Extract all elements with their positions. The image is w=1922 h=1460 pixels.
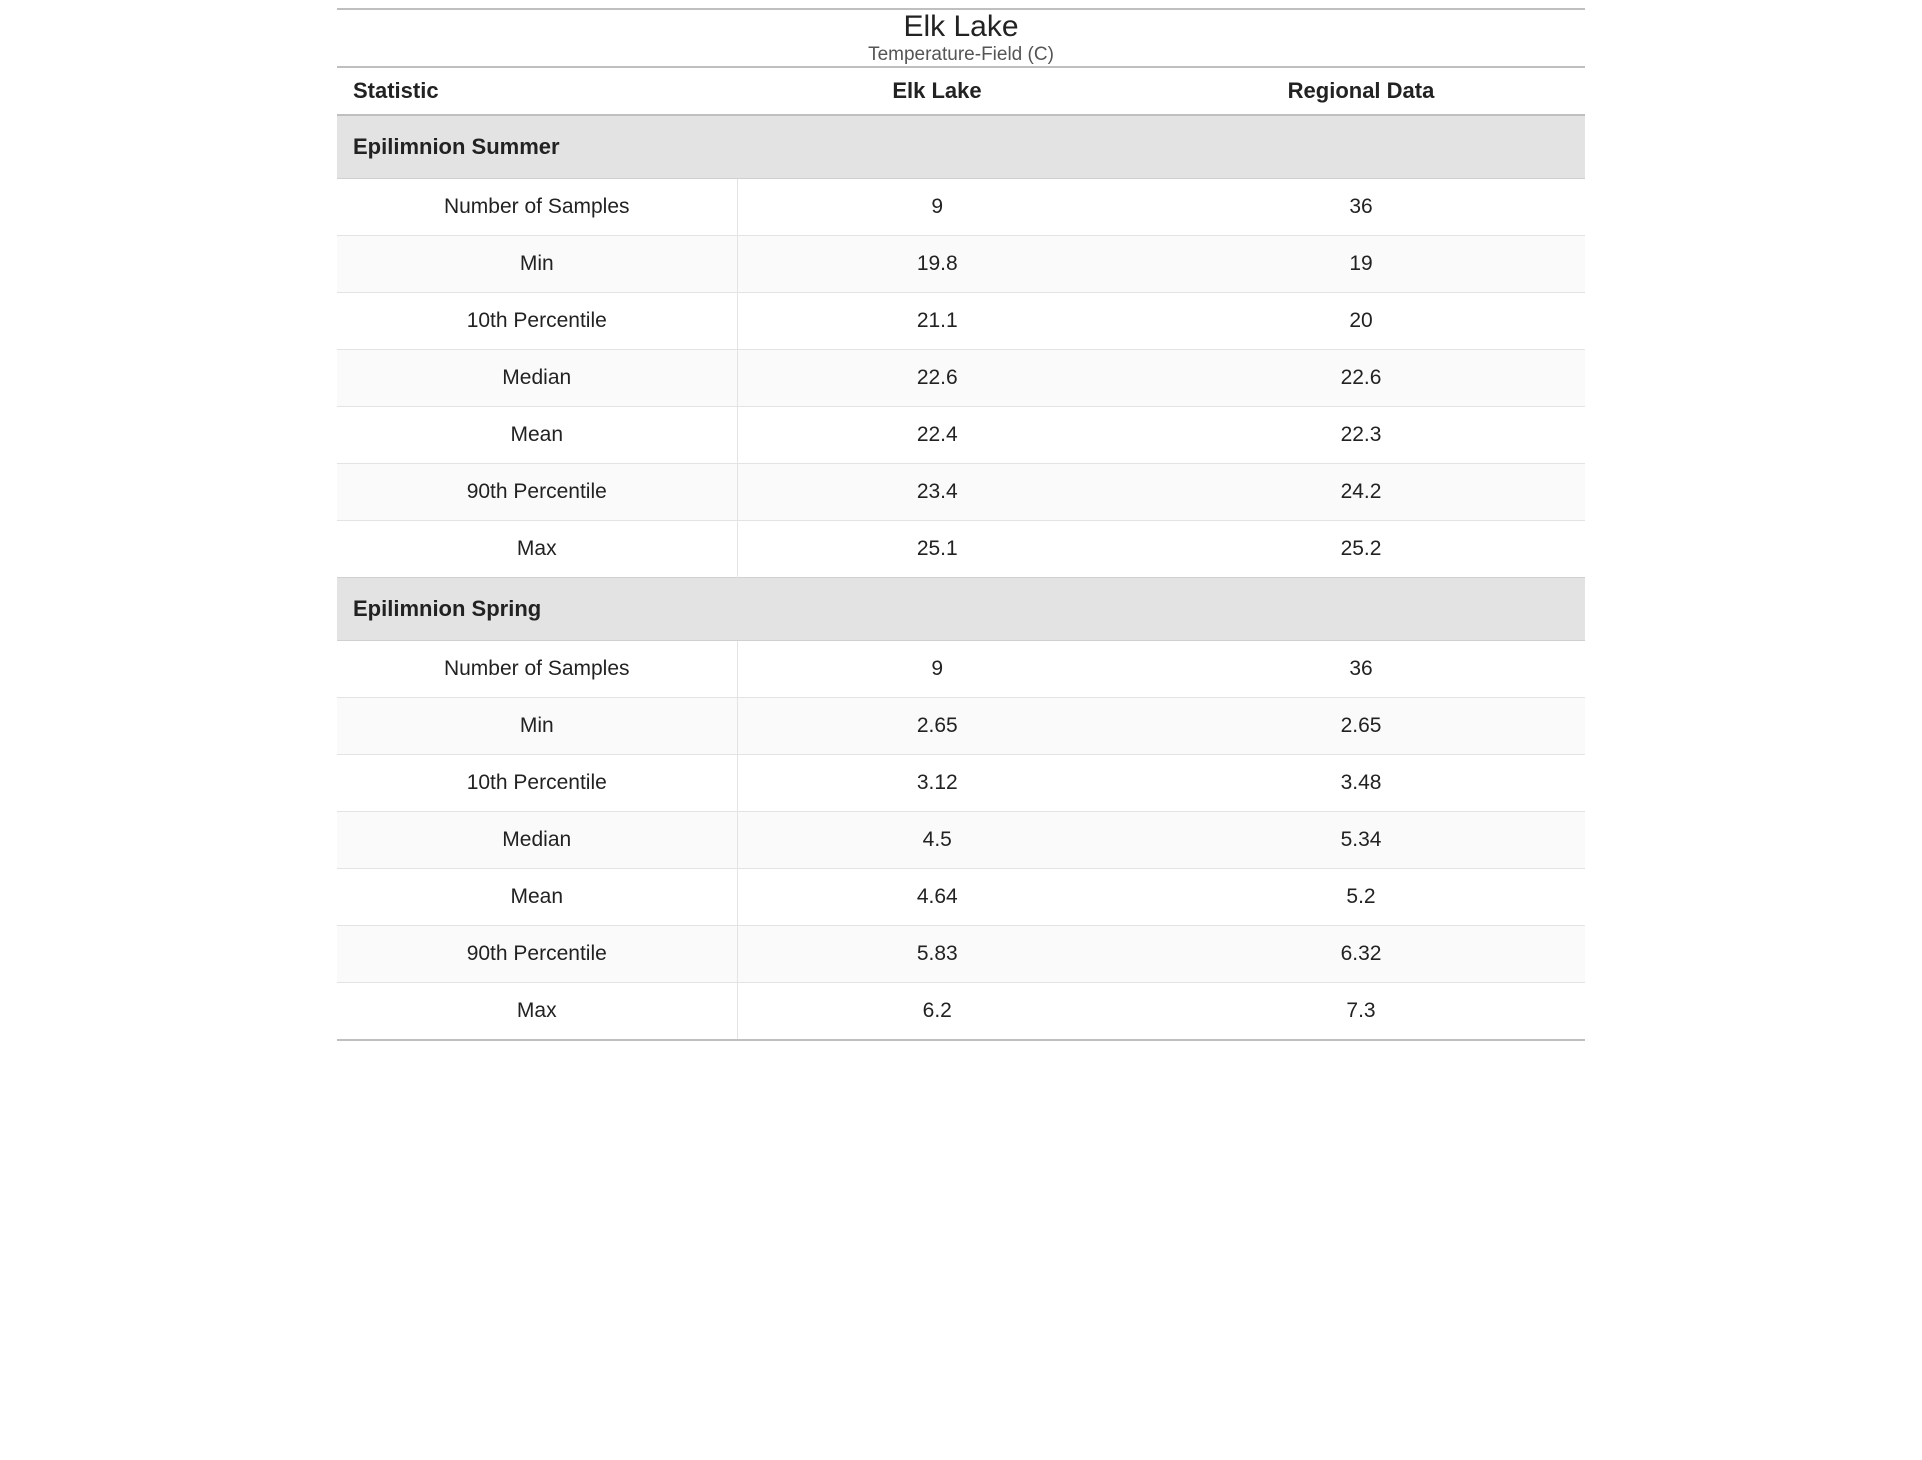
regional-value: 24.2 xyxy=(1137,464,1585,521)
lake-value: 9 xyxy=(737,641,1137,698)
table-row: Mean22.422.3 xyxy=(337,407,1585,464)
table-row: Min2.652.65 xyxy=(337,698,1585,755)
regional-value: 6.32 xyxy=(1137,926,1585,983)
stat-label: Mean xyxy=(337,869,737,926)
lake-value: 19.8 xyxy=(737,236,1137,293)
lake-value: 3.12 xyxy=(737,755,1137,812)
stat-label: Max xyxy=(337,521,737,578)
lake-value: 9 xyxy=(737,179,1137,236)
regional-value: 25.2 xyxy=(1137,521,1585,578)
section-header: Epilimnion Spring xyxy=(337,578,1585,641)
table-row: Number of Samples936 xyxy=(337,641,1585,698)
lake-value: 21.1 xyxy=(737,293,1137,350)
lake-value: 23.4 xyxy=(737,464,1137,521)
column-header-row: Statistic Elk Lake Regional Data xyxy=(337,67,1585,115)
table-row: Max6.27.3 xyxy=(337,983,1585,1041)
table-row: Min19.819 xyxy=(337,236,1585,293)
stat-label: Median xyxy=(337,350,737,407)
lake-value: 25.1 xyxy=(737,521,1137,578)
regional-value: 3.48 xyxy=(1137,755,1585,812)
table-row: 10th Percentile21.120 xyxy=(337,293,1585,350)
table-row: 10th Percentile3.123.48 xyxy=(337,755,1585,812)
table-row: 90th Percentile5.836.32 xyxy=(337,926,1585,983)
regional-value: 36 xyxy=(1137,641,1585,698)
stat-label: 90th Percentile xyxy=(337,926,737,983)
lake-value: 4.64 xyxy=(737,869,1137,926)
stat-label: Max xyxy=(337,983,737,1041)
stat-label: 90th Percentile xyxy=(337,464,737,521)
lake-value: 22.6 xyxy=(737,350,1137,407)
lake-value: 5.83 xyxy=(737,926,1137,983)
regional-value: 5.2 xyxy=(1137,869,1585,926)
regional-value: 22.3 xyxy=(1137,407,1585,464)
table-row: 90th Percentile23.424.2 xyxy=(337,464,1585,521)
table-row: Median4.55.34 xyxy=(337,812,1585,869)
lake-value: 22.4 xyxy=(737,407,1137,464)
table-row: Max25.125.2 xyxy=(337,521,1585,578)
stats-table: Elk Lake Temperature-Field (C) Statistic… xyxy=(337,8,1585,1041)
stat-label: Mean xyxy=(337,407,737,464)
stat-label: Median xyxy=(337,812,737,869)
section-header: Epilimnion Summer xyxy=(337,115,1585,179)
regional-value: 2.65 xyxy=(1137,698,1585,755)
section-header-label: Epilimnion Spring xyxy=(337,578,1585,641)
stat-label: Number of Samples xyxy=(337,641,737,698)
regional-value: 5.34 xyxy=(1137,812,1585,869)
lake-value: 6.2 xyxy=(737,983,1137,1041)
table-row: Median22.622.6 xyxy=(337,350,1585,407)
regional-value: 36 xyxy=(1137,179,1585,236)
column-header-regional: Regional Data xyxy=(1137,67,1585,115)
table-row: Mean4.645.2 xyxy=(337,869,1585,926)
regional-value: 19 xyxy=(1137,236,1585,293)
stat-label: Min xyxy=(337,698,737,755)
regional-value: 7.3 xyxy=(1137,983,1585,1041)
regional-value: 22.6 xyxy=(1137,350,1585,407)
table-subtitle: Temperature-Field (C) xyxy=(337,44,1585,67)
table-title: Elk Lake xyxy=(337,10,1585,44)
column-header-lake: Elk Lake xyxy=(737,67,1137,115)
stat-label: Number of Samples xyxy=(337,179,737,236)
table-row: Number of Samples936 xyxy=(337,179,1585,236)
stat-label: 10th Percentile xyxy=(337,755,737,812)
stat-label: 10th Percentile xyxy=(337,293,737,350)
regional-value: 20 xyxy=(1137,293,1585,350)
lake-value: 2.65 xyxy=(737,698,1137,755)
stat-label: Min xyxy=(337,236,737,293)
lake-value: 4.5 xyxy=(737,812,1137,869)
column-header-statistic: Statistic xyxy=(337,67,737,115)
section-header-label: Epilimnion Summer xyxy=(337,115,1585,179)
